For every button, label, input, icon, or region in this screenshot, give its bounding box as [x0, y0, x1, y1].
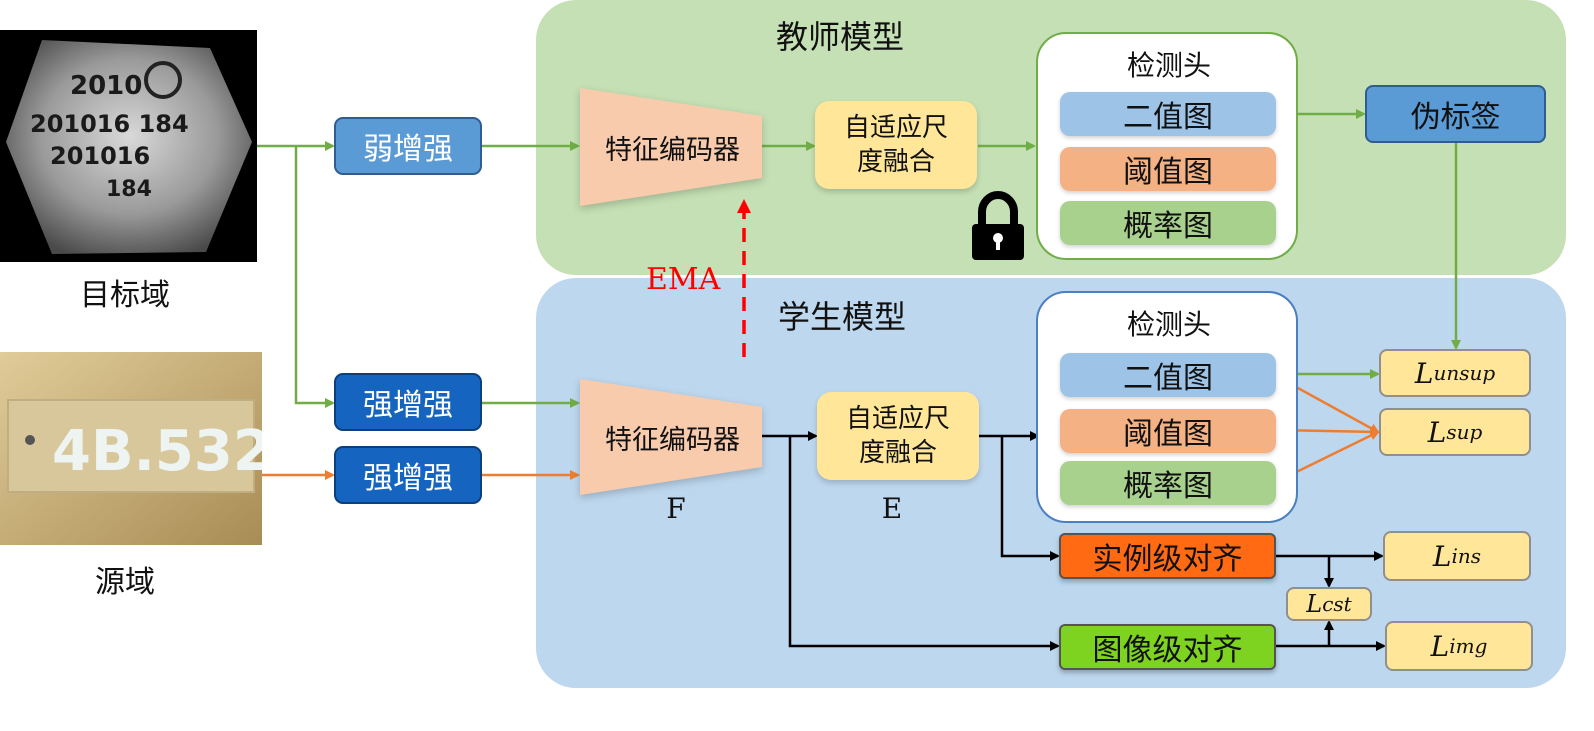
- teacher-fusion-box: 自适应尺 度融合: [815, 101, 977, 189]
- loss-cst-base: L: [1306, 590, 1323, 618]
- image-align-box: 图像级对齐: [1059, 624, 1276, 670]
- loss-ins: Lins: [1383, 531, 1531, 581]
- teacher-head-title: 检测头: [1126, 49, 1211, 82]
- strong-augment-box-b: 强增强: [334, 446, 482, 504]
- loss-unsup-sub: unsup: [1433, 361, 1496, 385]
- loss-sup: Lsup: [1379, 408, 1531, 456]
- loss-unsup-base: L: [1414, 356, 1434, 390]
- weak-augment-box: 弱增强: [334, 117, 482, 175]
- fusion-symbol: E: [881, 492, 903, 525]
- teacher-encoder-label: 特征编码器: [605, 135, 740, 166]
- loss-unsup: Lunsup: [1379, 349, 1531, 397]
- instance-align-box: 实例级对齐: [1059, 533, 1276, 579]
- strong-augment-box-a: 强增强: [334, 373, 482, 431]
- ema-label: EMA: [646, 262, 721, 297]
- student-probability-map: 概率图: [1060, 461, 1276, 505]
- teacher-threshold-map: 阈值图: [1060, 147, 1276, 191]
- student-fusion-box: 自适应尺 度融合: [817, 392, 979, 480]
- loss-img-base: L: [1430, 629, 1450, 663]
- connector-layer: [257, 88, 1461, 651]
- encoder-symbol: F: [666, 492, 686, 525]
- student-fusion-line-1: 自适应尺: [845, 404, 950, 434]
- teacher-binary-map: 二值图: [1060, 92, 1276, 136]
- student-encoder-label: 特征编码器: [605, 425, 740, 456]
- loss-cst-sub: cst: [1322, 592, 1352, 616]
- loss-cst: Lcst: [1286, 587, 1372, 621]
- pseudo-label-box: 伪标签: [1365, 85, 1546, 143]
- loss-sup-sub: sup: [1446, 420, 1483, 444]
- student-head-title: 检测头: [1126, 308, 1211, 341]
- student-fusion-line-2: 度融合: [858, 438, 937, 468]
- teacher-detection-head: 检测头 二值图 阈值图 概率图: [1036, 32, 1298, 260]
- student-detection-head: 检测头 二值图 阈值图 概率图: [1036, 291, 1298, 523]
- loss-sup-base: L: [1427, 415, 1447, 449]
- student-threshold-map: 阈值图: [1060, 409, 1276, 453]
- loss-ins-base: L: [1432, 539, 1452, 573]
- loss-img: Limg: [1385, 621, 1533, 671]
- teacher-fusion-line-1: 自适应尺: [843, 113, 948, 143]
- teacher-fusion-line-2: 度融合: [856, 147, 935, 177]
- lock-icon: [972, 191, 1024, 260]
- loss-img-sub: img: [1449, 634, 1488, 658]
- teacher-probability-map: 概率图: [1060, 201, 1276, 245]
- loss-ins-sub: ins: [1451, 544, 1482, 568]
- student-binary-map: 二值图: [1060, 353, 1276, 397]
